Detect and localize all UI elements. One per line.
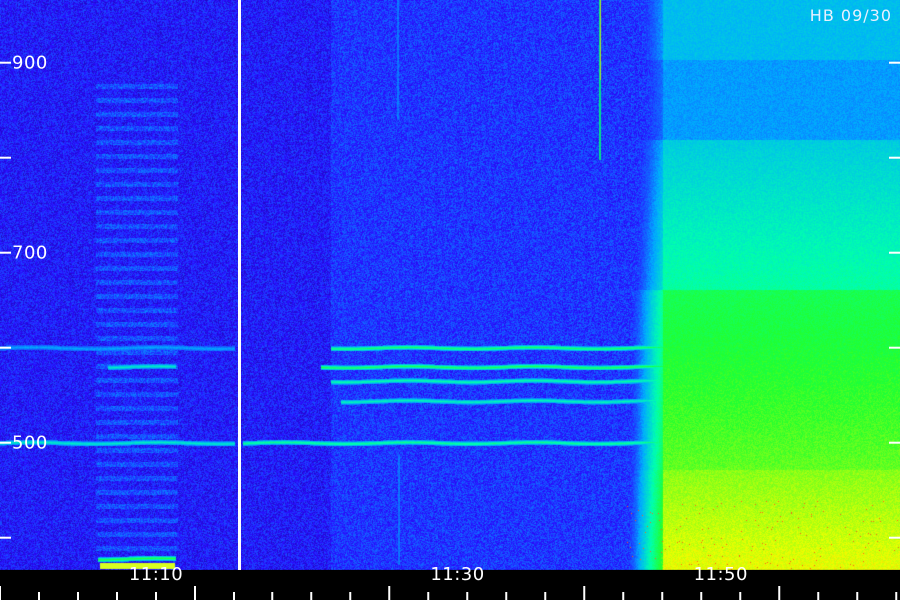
y-tick-label: 900 (12, 53, 48, 74)
x-tick-label: 11:50 (694, 564, 748, 585)
y-tick-label: 700 (12, 243, 48, 264)
spectrogram: 900 700 500 11:10 11:30 11:50 HB 09/30 (0, 0, 900, 600)
corner-label: HB 09/30 (809, 6, 892, 25)
x-tick-label: 11:10 (129, 564, 183, 585)
x-tick-label: 11:30 (430, 564, 484, 585)
y-tick-label: 500 (12, 433, 48, 454)
panel-separator (238, 0, 241, 600)
spectrogram-overlay: 900 700 500 11:10 11:30 11:50 (0, 0, 900, 600)
